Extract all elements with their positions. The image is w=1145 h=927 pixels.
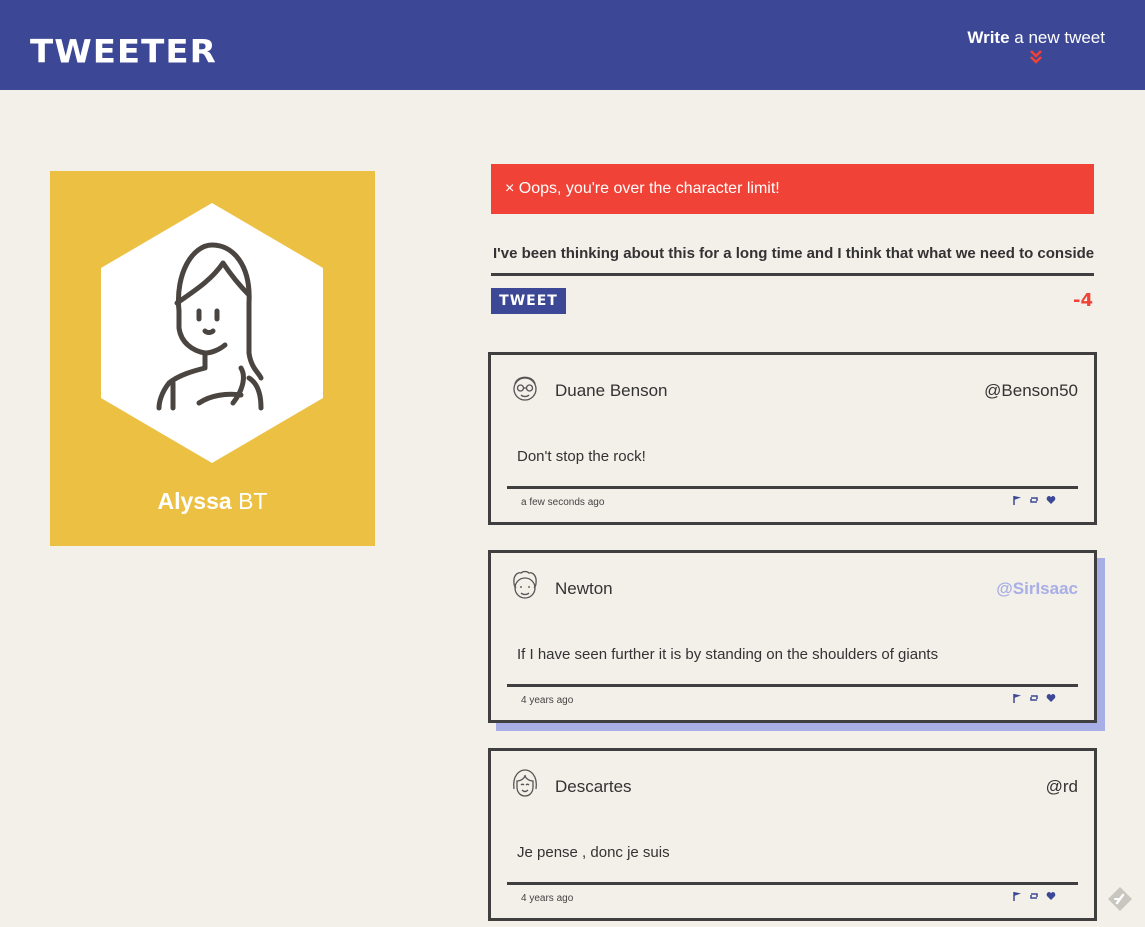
tweet-author-name: Newton [555,579,613,598]
error-message: × Oops, you're over the character limit! [491,164,1094,214]
tweet-divider [507,684,1078,687]
tweet-actions [1012,693,1056,703]
tweet-author-name: Descartes [555,777,632,796]
profile-name: Alyssa BT [50,488,375,515]
retweet-icon[interactable] [1029,495,1039,505]
tweet-submit-button[interactable]: TWEET [491,288,566,314]
tweet-author-name: Duane Benson [555,381,668,400]
tweet-card: Descartes @rd Je pense , donc je suis 4 … [488,748,1097,921]
compose-toggle-button[interactable]: Write a new tweet [967,28,1105,64]
app-logo[interactable]: TWEETER [30,35,217,69]
tweet-divider [507,882,1078,885]
tweet-content: If I have seen further it is by standing… [517,646,939,663]
tweet-content: Je pense , donc je suis [517,844,670,861]
tweet-author-handle: @Benson50 [984,381,1078,400]
tweet-content: Don't stop the rock! [517,448,646,465]
retweet-icon[interactable] [1029,693,1039,703]
user-avatar-icon [513,376,537,401]
profile-card: Alyssa BT [50,171,375,546]
tweet-author-handle: @rd [1045,777,1078,796]
top-nav: TWEETER Write a new tweet [0,0,1145,90]
character-counter: -4 [1073,290,1093,311]
tweet-actions [1012,891,1056,901]
flag-icon[interactable] [1012,891,1022,901]
tweet-textarea[interactable]: I've been thinking about this for a long… [491,240,1094,276]
heart-icon[interactable] [1046,693,1056,703]
tweet-author-handle: @SirIsaac [996,579,1078,598]
profile-last-name: BT [231,488,268,514]
tweet-timestamp: a few seconds ago [521,497,605,508]
heart-icon[interactable] [1046,891,1056,901]
profile-first-name: Alyssa [157,488,232,514]
flag-icon[interactable] [1012,495,1022,505]
heart-icon[interactable] [1046,495,1056,505]
user-avatar-icon [513,570,537,599]
flag-icon[interactable] [1012,693,1022,703]
tweet-card: Newton @SirIsaac If I have seen further … [488,550,1097,723]
profile-avatar [101,203,323,463]
compose-label-bold: Write [967,28,1010,47]
tweet-actions [1012,495,1056,505]
tweet-timestamp: 4 years ago [521,695,574,706]
compose-label: a new tweet [1009,28,1105,47]
user-avatar-icon [513,769,537,797]
feedback-widget-icon[interactable] [1106,885,1134,913]
retweet-icon[interactable] [1029,891,1039,901]
tweet-card: Duane Benson @Benson50 Don't stop the ro… [488,352,1097,525]
tweet-divider [507,486,1078,489]
double-chevron-down-icon [1030,50,1043,64]
tweet-timestamp: 4 years ago [521,893,574,904]
